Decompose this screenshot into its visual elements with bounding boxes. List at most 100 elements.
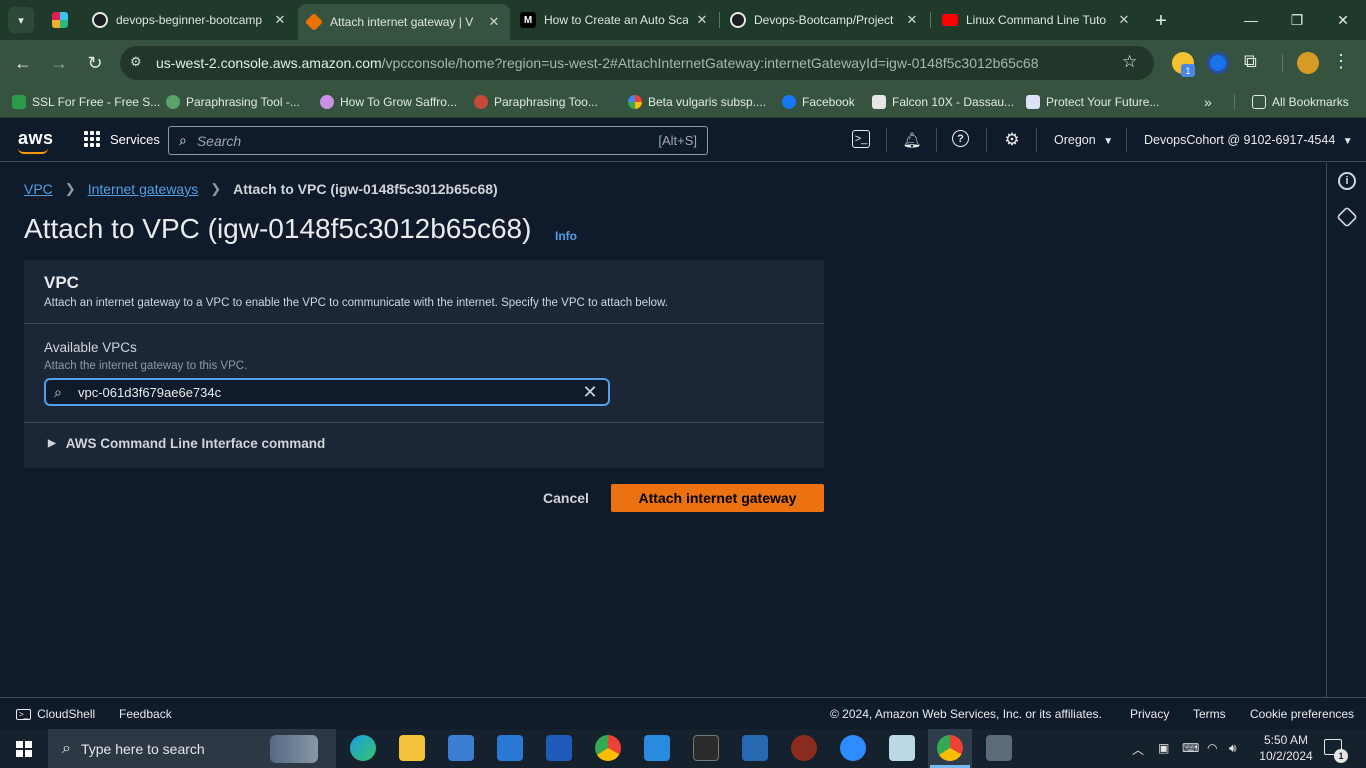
terms-link[interactable]: Terms bbox=[1193, 707, 1226, 721]
browser-tab[interactable]: Linux Command Line Tuto ✕ bbox=[934, 6, 1140, 34]
paraphrase-icon bbox=[474, 95, 488, 109]
close-tab-icon[interactable]: ✕ bbox=[486, 14, 502, 30]
browser-tab[interactable]: Devops-Bootcamp/Project ✕ bbox=[722, 6, 928, 34]
grid-icon bbox=[84, 131, 100, 147]
tab-divider bbox=[930, 12, 931, 28]
chrome-icon[interactable] bbox=[595, 735, 621, 761]
forward-button[interactable]: → bbox=[44, 48, 74, 78]
search-highlight-icon bbox=[270, 735, 318, 763]
search-shortcut: [Alt+S] bbox=[658, 133, 697, 148]
clock[interactable]: 5:50 AM 10/2/2024 bbox=[1256, 732, 1316, 764]
powershell-icon[interactable] bbox=[742, 735, 768, 761]
folder-icon bbox=[1252, 95, 1266, 109]
taskbar-search-box[interactable]: ⌕ Type here to search bbox=[48, 729, 336, 768]
all-bookmarks[interactable]: All Bookmarks bbox=[1252, 93, 1349, 111]
more-bookmarks-chevron-icon[interactable]: » bbox=[1204, 93, 1212, 111]
file-explorer-icon[interactable] bbox=[399, 735, 425, 761]
bookmark-item[interactable]: Paraphrasing Tool -... bbox=[166, 93, 300, 111]
caret-right-icon: ▶ bbox=[48, 438, 56, 449]
vpc-search-input[interactable] bbox=[78, 384, 578, 400]
mail-icon[interactable] bbox=[497, 735, 523, 761]
account-menu[interactable]: DevopsCohort @ 9102-6917-4544 ▼ bbox=[1144, 133, 1353, 147]
tab-title: Attach internet gateway | V bbox=[330, 15, 474, 29]
microsoft-store-icon[interactable] bbox=[448, 735, 474, 761]
close-tab-icon[interactable]: ✕ bbox=[272, 12, 288, 28]
bookmark-item[interactable]: Paraphrasing Too... bbox=[474, 93, 598, 111]
back-button[interactable]: ← bbox=[8, 48, 38, 78]
breadcrumb-vpc-link[interactable]: VPC bbox=[24, 181, 53, 197]
edge-icon[interactable] bbox=[350, 735, 376, 761]
console-footer: >_ CloudShell Feedback © 2024, Amazon We… bbox=[0, 697, 1366, 729]
bookmark-item[interactable]: Beta vulgaris subsp.... bbox=[628, 93, 766, 111]
volume-icon[interactable]: 🔊︎ bbox=[1229, 741, 1237, 756]
info-circle-icon[interactable]: i bbox=[1338, 172, 1356, 190]
extensions-puzzle-icon[interactable]: ⧉ bbox=[1244, 51, 1257, 72]
bookmark-star-icon[interactable]: ☆ bbox=[1122, 52, 1137, 72]
privacy-link[interactable]: Privacy bbox=[1130, 707, 1169, 721]
game-icon[interactable] bbox=[791, 735, 817, 761]
extension-icon[interactable] bbox=[1207, 52, 1229, 74]
clear-input-icon[interactable]: ✕ bbox=[578, 382, 602, 403]
menu-kebab-icon[interactable]: ⋮ bbox=[1332, 51, 1350, 72]
region-selector[interactable]: Oregon ▼ bbox=[1054, 133, 1113, 147]
profile-avatar[interactable] bbox=[1297, 52, 1319, 74]
bookmark-item[interactable]: Protect Your Future... bbox=[1026, 93, 1159, 111]
start-button[interactable] bbox=[0, 729, 48, 768]
services-menu-button[interactable]: Services bbox=[84, 131, 160, 147]
attach-internet-gateway-button[interactable]: Attach internet gateway bbox=[611, 484, 824, 512]
tab-title: Linux Command Line Tuto bbox=[966, 13, 1107, 27]
browser-tab-active[interactable]: Attach internet gateway | V ✕ bbox=[298, 4, 510, 40]
word-icon[interactable] bbox=[546, 735, 572, 761]
aws-cli-expandable[interactable]: ▶ AWS Command Line Interface command bbox=[48, 436, 325, 451]
feedback-link[interactable]: Feedback bbox=[119, 707, 172, 721]
bookmark-item[interactable]: Falcon 10X - Dassau... bbox=[872, 93, 1014, 111]
tab-search-button[interactable]: ▾ bbox=[8, 7, 34, 33]
clock-time: 5:50 AM bbox=[1263, 733, 1309, 747]
browser-tab[interactable]: M How to Create an Auto Sca ✕ bbox=[512, 6, 718, 34]
bookmark-item[interactable]: Facebook bbox=[782, 93, 855, 111]
meet-now-icon[interactable]: ▣ bbox=[1158, 741, 1169, 755]
notes-icon[interactable] bbox=[889, 735, 915, 761]
notifications-bell-icon[interactable]: 🔔︎ bbox=[902, 130, 922, 150]
notification-hexagon-icon[interactable] bbox=[1336, 206, 1358, 228]
settings-gear-icon[interactable]: ⚙ bbox=[1002, 130, 1022, 150]
breadcrumb-internet-gateways-link[interactable]: Internet gateways bbox=[88, 181, 199, 197]
available-vpcs-autosuggest[interactable]: ⌕ ✕ bbox=[44, 378, 610, 406]
bookmark-item[interactable]: How To Grow Saffro... bbox=[320, 93, 457, 111]
tab-title: Devops-Bootcamp/Project bbox=[754, 13, 894, 27]
browser-tab[interactable]: devops-beginner-bootcamp ✕ bbox=[84, 6, 296, 34]
help-icon[interactable]: ? bbox=[952, 130, 969, 147]
site-info-icon[interactable]: ⚙ bbox=[130, 54, 142, 70]
close-window-button[interactable]: ✕ bbox=[1320, 0, 1366, 40]
cancel-button[interactable]: Cancel bbox=[530, 484, 602, 512]
close-tab-icon[interactable]: ✕ bbox=[694, 12, 710, 28]
cloudshell-button[interactable]: >_ CloudShell bbox=[16, 707, 95, 721]
bookmark-item[interactable]: SSL For Free - Free S... bbox=[12, 93, 160, 111]
info-link[interactable]: Info bbox=[555, 229, 577, 243]
vpc-container: VPC Attach an internet gateway to a VPC … bbox=[24, 260, 824, 468]
zoom-icon[interactable] bbox=[840, 735, 866, 761]
chrome-active-icon[interactable] bbox=[937, 735, 963, 761]
restore-button[interactable]: ❐ bbox=[1274, 0, 1320, 40]
show-hidden-icons-chevron-icon[interactable]: ︿ bbox=[1132, 741, 1144, 758]
slack-tab-icon[interactable] bbox=[52, 12, 68, 28]
new-tab-button[interactable]: + bbox=[1148, 8, 1174, 34]
bookmark-label: Beta vulgaris subsp.... bbox=[648, 95, 767, 109]
cloudshell-icon[interactable]: >_ bbox=[852, 130, 870, 148]
calculator-icon[interactable] bbox=[986, 735, 1012, 761]
search-placeholder: Search bbox=[196, 132, 242, 149]
wifi-icon[interactable]: ◠ bbox=[1207, 741, 1217, 755]
bookmark-label: Paraphrasing Tool -... bbox=[186, 95, 300, 109]
minimize-button[interactable]: ― bbox=[1228, 0, 1274, 40]
reload-button[interactable]: ↻ bbox=[80, 48, 110, 78]
close-tab-icon[interactable]: ✕ bbox=[904, 12, 920, 28]
aws-logo[interactable]: aws bbox=[18, 128, 54, 149]
input-method-icon[interactable]: ⌨ bbox=[1182, 741, 1199, 755]
close-tab-icon[interactable]: ✕ bbox=[1116, 12, 1132, 28]
address-bar[interactable]: ⚙ us-west-2.console.aws.amazon.com/vpcco… bbox=[120, 46, 1154, 80]
aws-search-input[interactable]: ⌕ Search [Alt+S] bbox=[168, 126, 708, 155]
nav-divider bbox=[986, 128, 987, 152]
vscode-icon[interactable] bbox=[644, 735, 670, 761]
cookie-preferences-link[interactable]: Cookie preferences bbox=[1250, 707, 1354, 721]
terminal-icon[interactable] bbox=[693, 735, 719, 761]
